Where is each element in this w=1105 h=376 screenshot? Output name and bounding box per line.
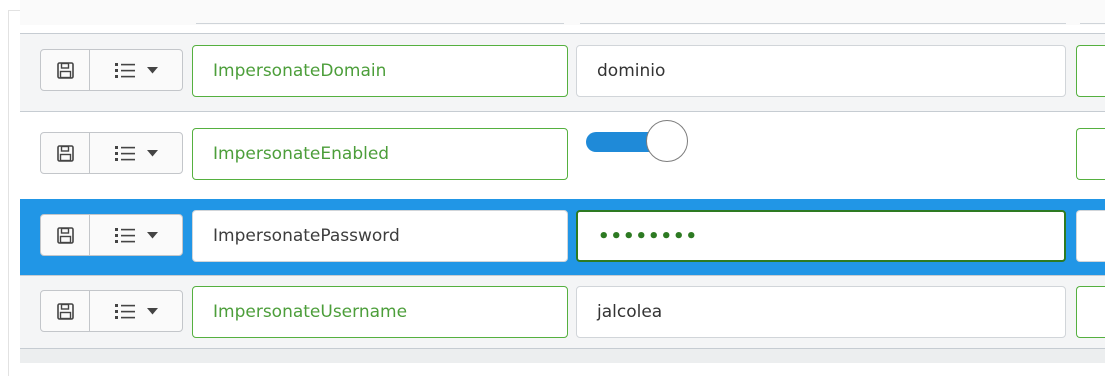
row-actions <box>40 49 183 91</box>
next-column-input[interactable] <box>1076 128 1105 180</box>
floppy-disk-icon <box>56 144 74 162</box>
setting-row-password-selected: ImpersonatePassword •••••••• <box>20 199 1105 275</box>
save-button[interactable] <box>41 215 90 255</box>
save-button[interactable] <box>41 50 90 90</box>
setting-name-input[interactable]: ImpersonatePassword <box>192 210 568 262</box>
setting-value-input[interactable]: jalcolea <box>576 286 1066 338</box>
password-value-input[interactable]: •••••••• <box>576 210 1066 262</box>
row-menu-button[interactable] <box>90 133 182 173</box>
row-actions <box>40 214 183 256</box>
floppy-disk-icon <box>56 226 74 244</box>
setting-row-enabled: ImpersonateEnabled <box>20 111 1105 199</box>
list-icon <box>114 227 135 244</box>
next-column-input[interactable] <box>1076 45 1105 97</box>
caret-down-icon <box>146 149 158 157</box>
footer-band <box>20 348 1105 363</box>
setting-name-input[interactable]: ImpersonateDomain <box>192 45 568 97</box>
column-divider <box>580 23 1066 24</box>
next-column-input[interactable] <box>1076 286 1105 338</box>
caret-down-icon <box>146 231 158 239</box>
save-button[interactable] <box>41 291 90 331</box>
setting-name-input[interactable]: ImpersonateUsername <box>192 286 568 338</box>
floppy-disk-icon <box>56 302 74 320</box>
setting-row-username: ImpersonateUsername jalcolea <box>20 275 1105 348</box>
row-actions <box>40 290 183 332</box>
toggle-knob <box>646 120 688 162</box>
row-menu-button[interactable] <box>90 215 182 255</box>
setting-name-input[interactable]: ImpersonateEnabled <box>192 128 568 180</box>
row-menu-button[interactable] <box>90 291 182 331</box>
enabled-toggle-switch[interactable] <box>586 120 690 164</box>
floppy-disk-icon <box>56 61 74 79</box>
row-menu-button[interactable] <box>90 50 182 90</box>
setting-row-domain: ImpersonateDomain dominio <box>20 33 1105 111</box>
list-icon <box>114 303 135 320</box>
list-icon <box>114 145 135 162</box>
column-divider <box>196 23 564 24</box>
header-band <box>20 0 1105 25</box>
column-divider <box>1080 23 1105 24</box>
caret-down-icon <box>146 66 158 74</box>
list-icon <box>114 62 135 79</box>
row-actions <box>40 132 183 174</box>
setting-value-input[interactable]: dominio <box>576 45 1066 97</box>
caret-down-icon <box>146 307 158 315</box>
next-column-input[interactable] <box>1076 210 1105 262</box>
save-button[interactable] <box>41 133 90 173</box>
